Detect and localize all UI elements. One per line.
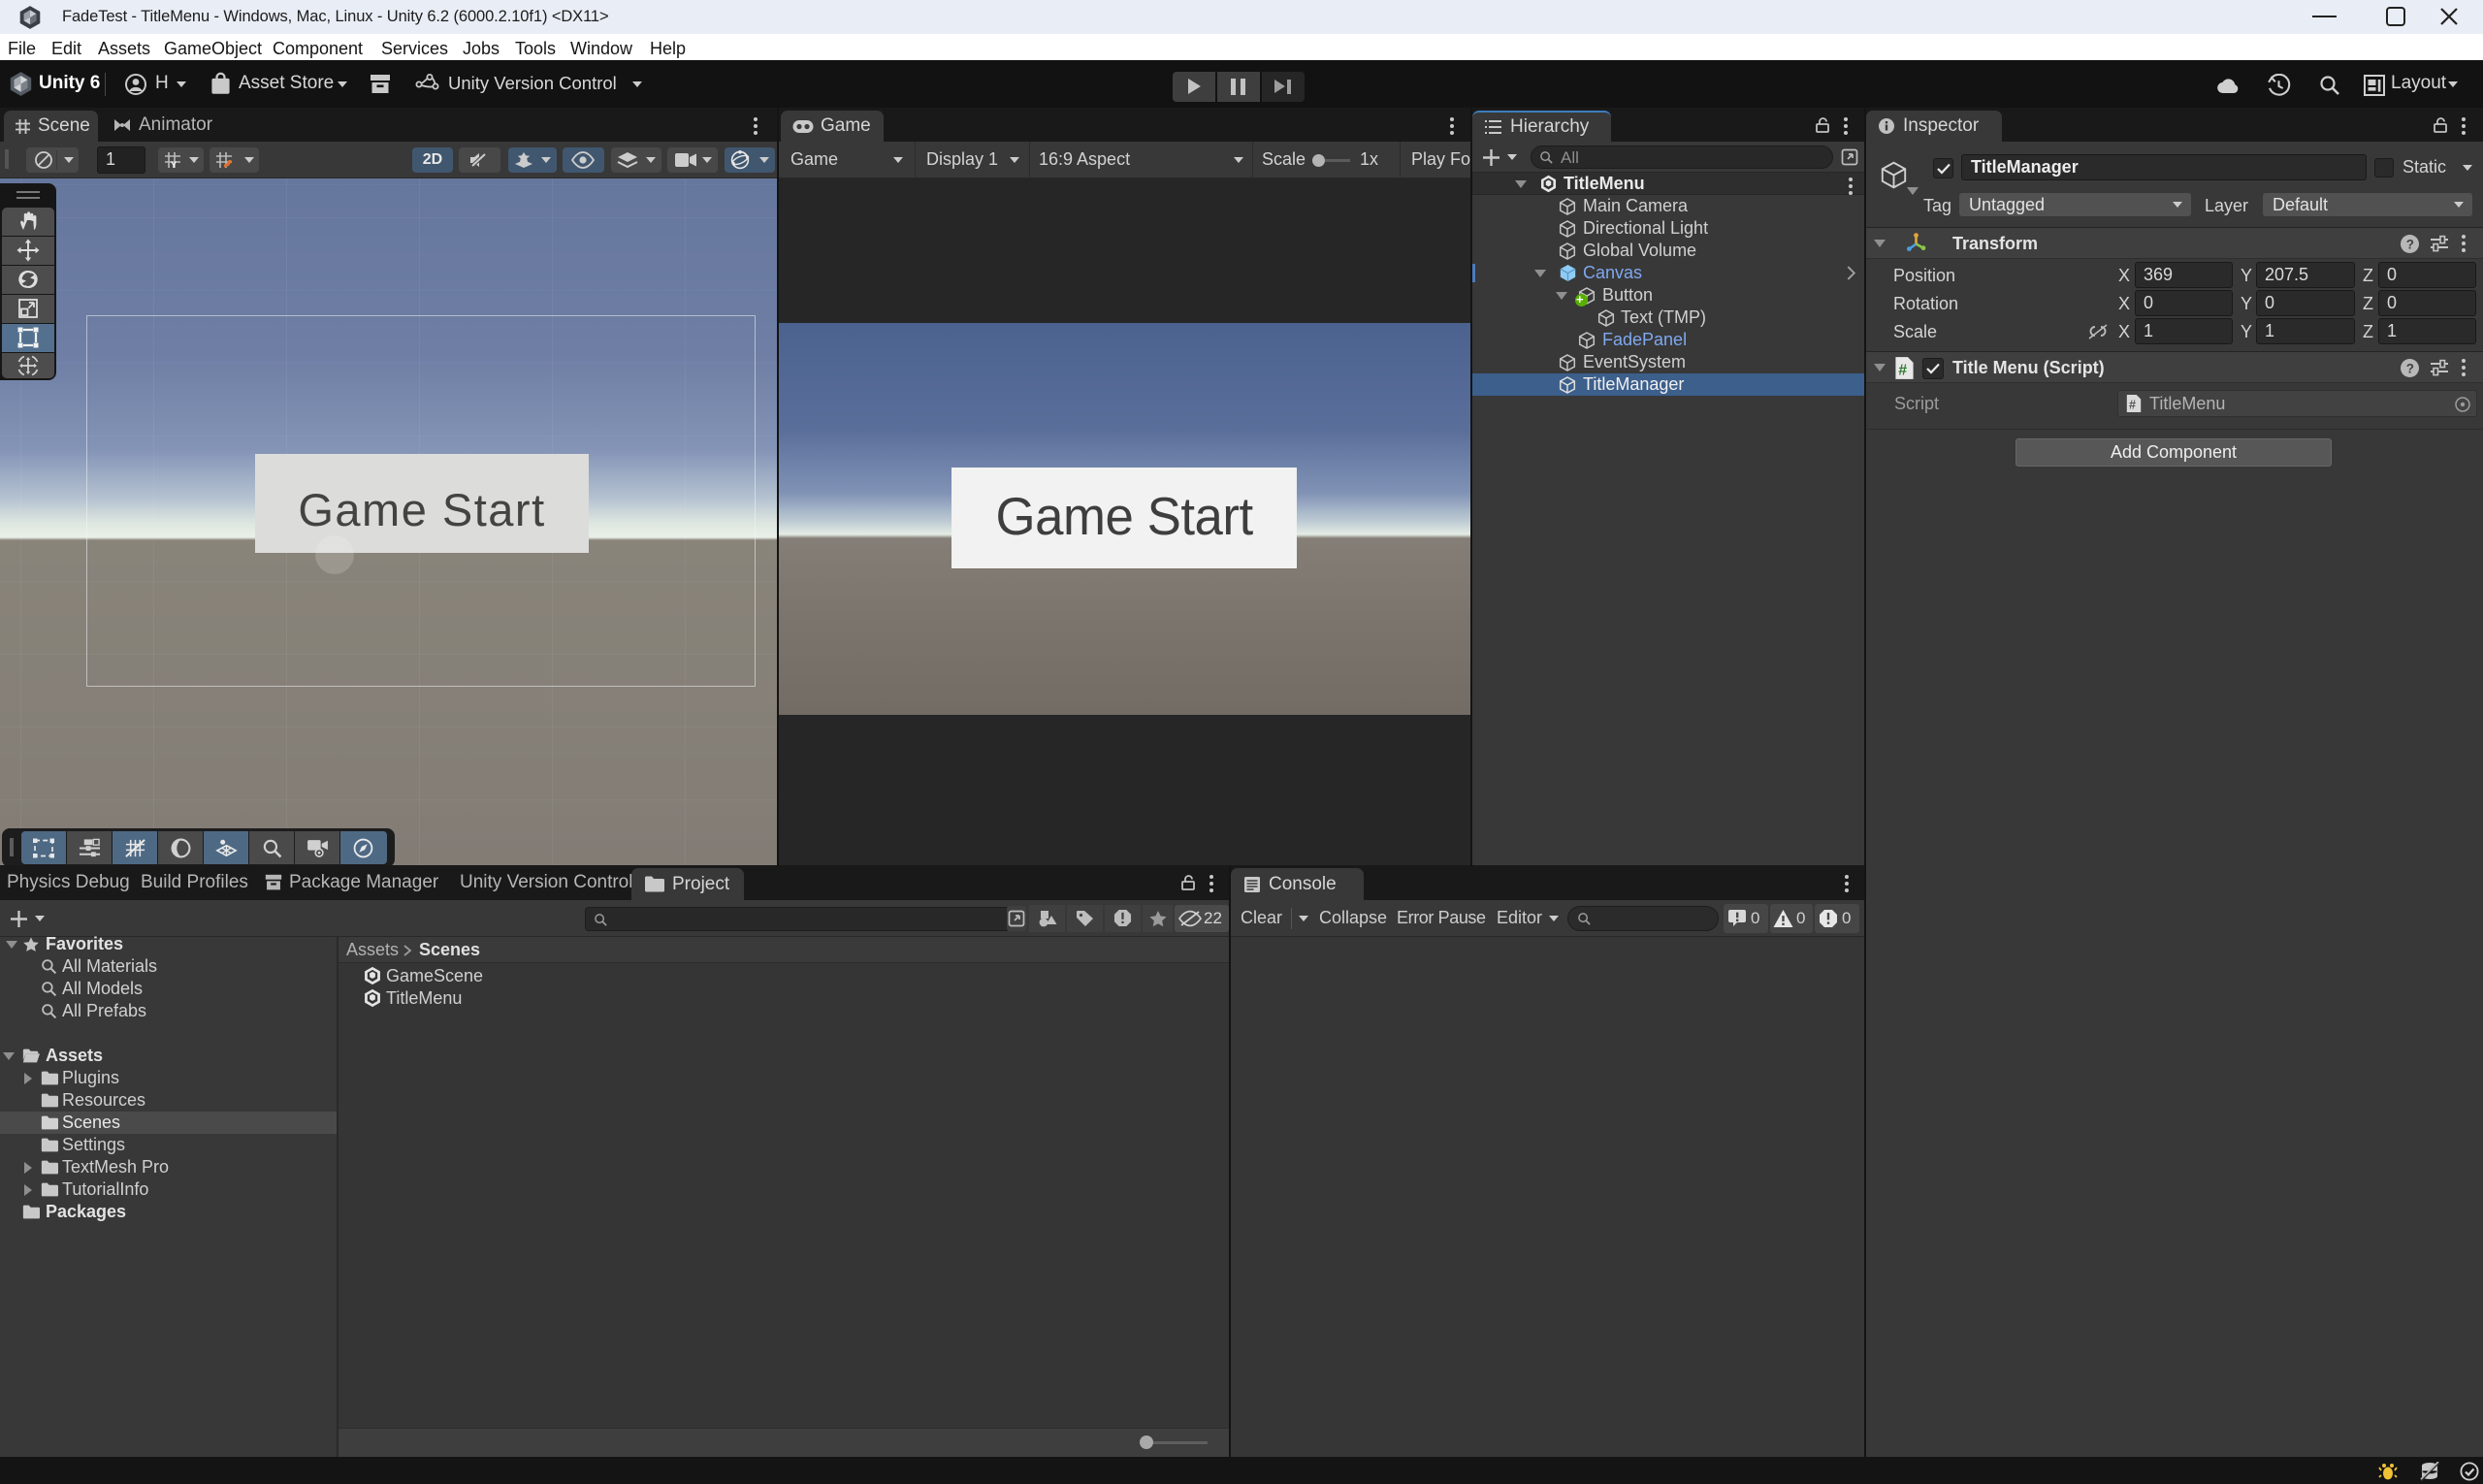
svg-text:Y: Y [171,160,177,170]
svg-text:?: ? [2406,361,2414,375]
svg-text:#: # [2129,398,2136,411]
svg-text:?: ? [2406,237,2414,251]
svg-text:#: # [1898,362,1907,378]
